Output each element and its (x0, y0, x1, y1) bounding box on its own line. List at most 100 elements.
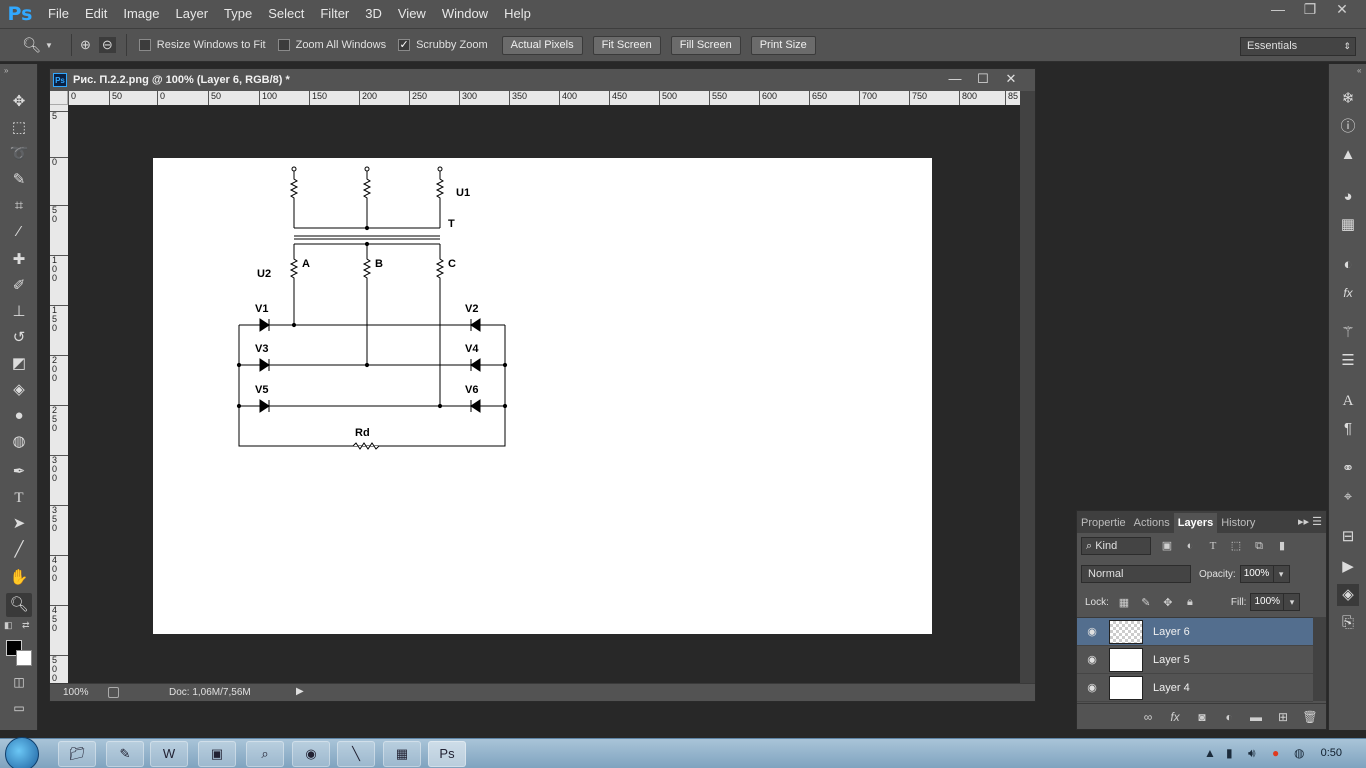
menu-file[interactable]: File (40, 0, 77, 28)
new-group-icon[interactable]: ▬ (1245, 710, 1267, 724)
default-colors-icon[interactable]: ◧ (4, 620, 13, 631)
eraser-tool-icon[interactable]: ◩ (6, 352, 32, 376)
menu-window[interactable]: Window (434, 0, 496, 28)
lasso-tool-icon[interactable]: ➰ (6, 142, 32, 166)
word-taskbar-icon[interactable]: W (150, 741, 188, 767)
quick-mask-icon[interactable]: ◫ (6, 670, 32, 694)
kind-filter-select[interactable]: ⌕ Kind (1081, 537, 1151, 555)
volume-icon[interactable]: 🔊︎ (1248, 746, 1256, 761)
eye-icon[interactable]: ◉ (1085, 653, 1099, 666)
eye-icon[interactable]: ◉ (1085, 681, 1099, 694)
lock-position-icon[interactable]: ✥ (1161, 596, 1175, 609)
explorer-taskbar-icon[interactable]: 📁︎ (58, 741, 96, 767)
filter-toggle-icon[interactable]: ▮ (1275, 539, 1289, 553)
clone-stamp-tool-icon[interactable]: ⊥ (6, 300, 32, 324)
histogram-icon[interactable]: ▲ (1337, 144, 1359, 166)
print-size-button[interactable]: Print Size (750, 35, 816, 55)
swap-colors-icon[interactable]: ⇄ (22, 620, 30, 631)
layer-row[interactable]: ◉ Layer 5 (1077, 646, 1313, 674)
smart-object-filter-icon[interactable]: ⧉ (1252, 539, 1266, 553)
doc-maximize-button[interactable]: ☐ (969, 69, 997, 91)
clock[interactable]: 0:50 (1321, 747, 1342, 759)
adjustment-filter-icon[interactable]: ◐ (1183, 539, 1197, 553)
marquee-tool-icon[interactable]: ⬚ (6, 116, 32, 140)
start-button[interactable] (5, 737, 39, 768)
menu-3d[interactable]: 3D (357, 0, 390, 28)
path-selection-tool-icon[interactable]: ➤ (6, 512, 32, 536)
add-mask-icon[interactable]: ◙ (1191, 710, 1213, 724)
pen-tool-icon[interactable]: ✒ (6, 460, 32, 484)
layer-name[interactable]: Layer 4 (1153, 682, 1190, 694)
zoom-level[interactable]: 100% (63, 687, 89, 698)
quick-selection-tool-icon[interactable]: ✎ (6, 168, 32, 192)
adjustments-icon[interactable]: ◐ (1337, 254, 1359, 276)
panel-menu-icon[interactable]: ▸▸ ☰ (1298, 515, 1322, 528)
paths-icon[interactable]: ⌖ (1337, 486, 1359, 508)
hand-tool-icon[interactable]: ✋ (6, 566, 32, 590)
close-button[interactable]: ✕ (1326, 0, 1358, 20)
styles-fx-icon[interactable]: fx (1337, 282, 1359, 304)
pen-taskbar-icon[interactable]: ╲ (337, 741, 375, 767)
actions-play-icon[interactable]: ▶ (1337, 556, 1359, 578)
zoom-all-windows-checkbox[interactable]: Zoom All Windows (277, 39, 386, 51)
type-filter-icon[interactable]: T (1206, 539, 1220, 553)
brush-settings-icon[interactable]: ☰ (1337, 350, 1359, 372)
healing-brush-tool-icon[interactable]: ✚ (6, 248, 32, 272)
new-layer-icon[interactable]: ⊞ (1272, 710, 1294, 724)
paint-bucket-tool-icon[interactable]: ◈ (6, 378, 32, 402)
brush-presets-icon[interactable]: ⚚ (1337, 322, 1359, 344)
scrubby-zoom-checkbox[interactable]: ✓ Scrubby Zoom (398, 39, 488, 51)
alert-icon[interactable]: ● (1272, 746, 1279, 760)
ruler-origin[interactable] (50, 91, 68, 105)
pixel-filter-icon[interactable]: ▣ (1160, 539, 1174, 553)
status-menu-arrow-icon[interactable]: ▶ (296, 686, 304, 697)
vertical-ruler[interactable]: 5 0 5 0 1 0 0 1 5 0 2 0 0 2 5 0 3 0 0 3 … (50, 105, 68, 685)
canvas-pasteboard[interactable]: U1 T U2 A B C V1 V2 V3 V4 V5 V6 Rd (68, 105, 1020, 685)
layer-row[interactable]: ◉ Layer 6 (1077, 618, 1313, 646)
history-icon[interactable]: ⎘ (1337, 612, 1359, 634)
tray-expand-icon[interactable]: ▲ (1204, 746, 1216, 760)
layer-name[interactable]: Layer 5 (1153, 654, 1190, 666)
fit-screen-button[interactable]: Fit Screen (592, 35, 661, 55)
info-icon[interactable]: ⓘ (1337, 116, 1359, 138)
history-brush-tool-icon[interactable]: ↺ (6, 326, 32, 350)
line-tool-icon[interactable]: ╱ (6, 538, 32, 562)
horizontal-ruler[interactable]: 0 50 0 50 100 150 200 250 300 350 400 45… (68, 91, 1020, 105)
tab-actions[interactable]: Actions (1130, 513, 1174, 533)
opacity-input[interactable]: 100% (1239, 565, 1274, 583)
fill-dropdown-icon[interactable]: ▾ (1284, 593, 1301, 611)
menu-select[interactable]: Select (260, 0, 312, 28)
layers-icon[interactable]: ◈ (1337, 584, 1359, 606)
app-taskbar-icon[interactable]: ▦ (383, 741, 421, 767)
window-taskbar-icon[interactable]: ▣ (198, 741, 236, 767)
collapse-arrows-icon[interactable]: » (4, 66, 8, 75)
magnifier-icon[interactable]: 🔍︎ (22, 36, 41, 54)
network-icon[interactable]: ▮ (1226, 746, 1233, 760)
blend-mode-select[interactable]: Normal (1081, 565, 1191, 583)
screen-mode-icon[interactable]: ▭ (6, 696, 32, 720)
properties-icon[interactable]: ⊟ (1337, 526, 1359, 548)
background-color-swatch[interactable] (16, 650, 32, 666)
layer-list-scrollbar[interactable] (1313, 617, 1326, 701)
document-title-bar[interactable]: Ps Рис. П.2.2.png @ 100% (Layer 6, RGB/8… (50, 69, 1035, 91)
trash-icon[interactable]: 🗑︎ (1299, 710, 1321, 724)
antivirus-icon[interactable]: ◍ (1294, 746, 1304, 760)
tab-layers[interactable]: Layers (1173, 513, 1218, 533)
eye-icon[interactable]: ◉ (1085, 625, 1099, 638)
shape-filter-icon[interactable]: ⬚ (1229, 539, 1243, 553)
dodge-tool-icon[interactable]: ◍ (6, 430, 32, 454)
menu-edit[interactable]: Edit (77, 0, 115, 28)
opacity-dropdown-icon[interactable]: ▾ (1273, 565, 1290, 583)
fill-input[interactable]: 100% (1250, 593, 1285, 611)
eyedropper-tool-icon[interactable]: ⁄ (6, 220, 32, 244)
workspace-select[interactable]: Essentials ⇕ (1240, 37, 1356, 56)
search-taskbar-icon[interactable]: ⌕ (246, 741, 284, 767)
menu-view[interactable]: View (390, 0, 434, 28)
menu-filter[interactable]: Filter (312, 0, 357, 28)
move-tool-icon[interactable]: ✥ (6, 90, 32, 114)
actual-pixels-button[interactable]: Actual Pixels (501, 35, 583, 55)
photoshop-taskbar-icon[interactable]: Ps (428, 741, 466, 767)
vertical-scrollbar[interactable] (1020, 91, 1035, 685)
color-icon[interactable]: ◕ (1337, 186, 1359, 208)
blur-tool-icon[interactable]: ● (6, 404, 32, 428)
